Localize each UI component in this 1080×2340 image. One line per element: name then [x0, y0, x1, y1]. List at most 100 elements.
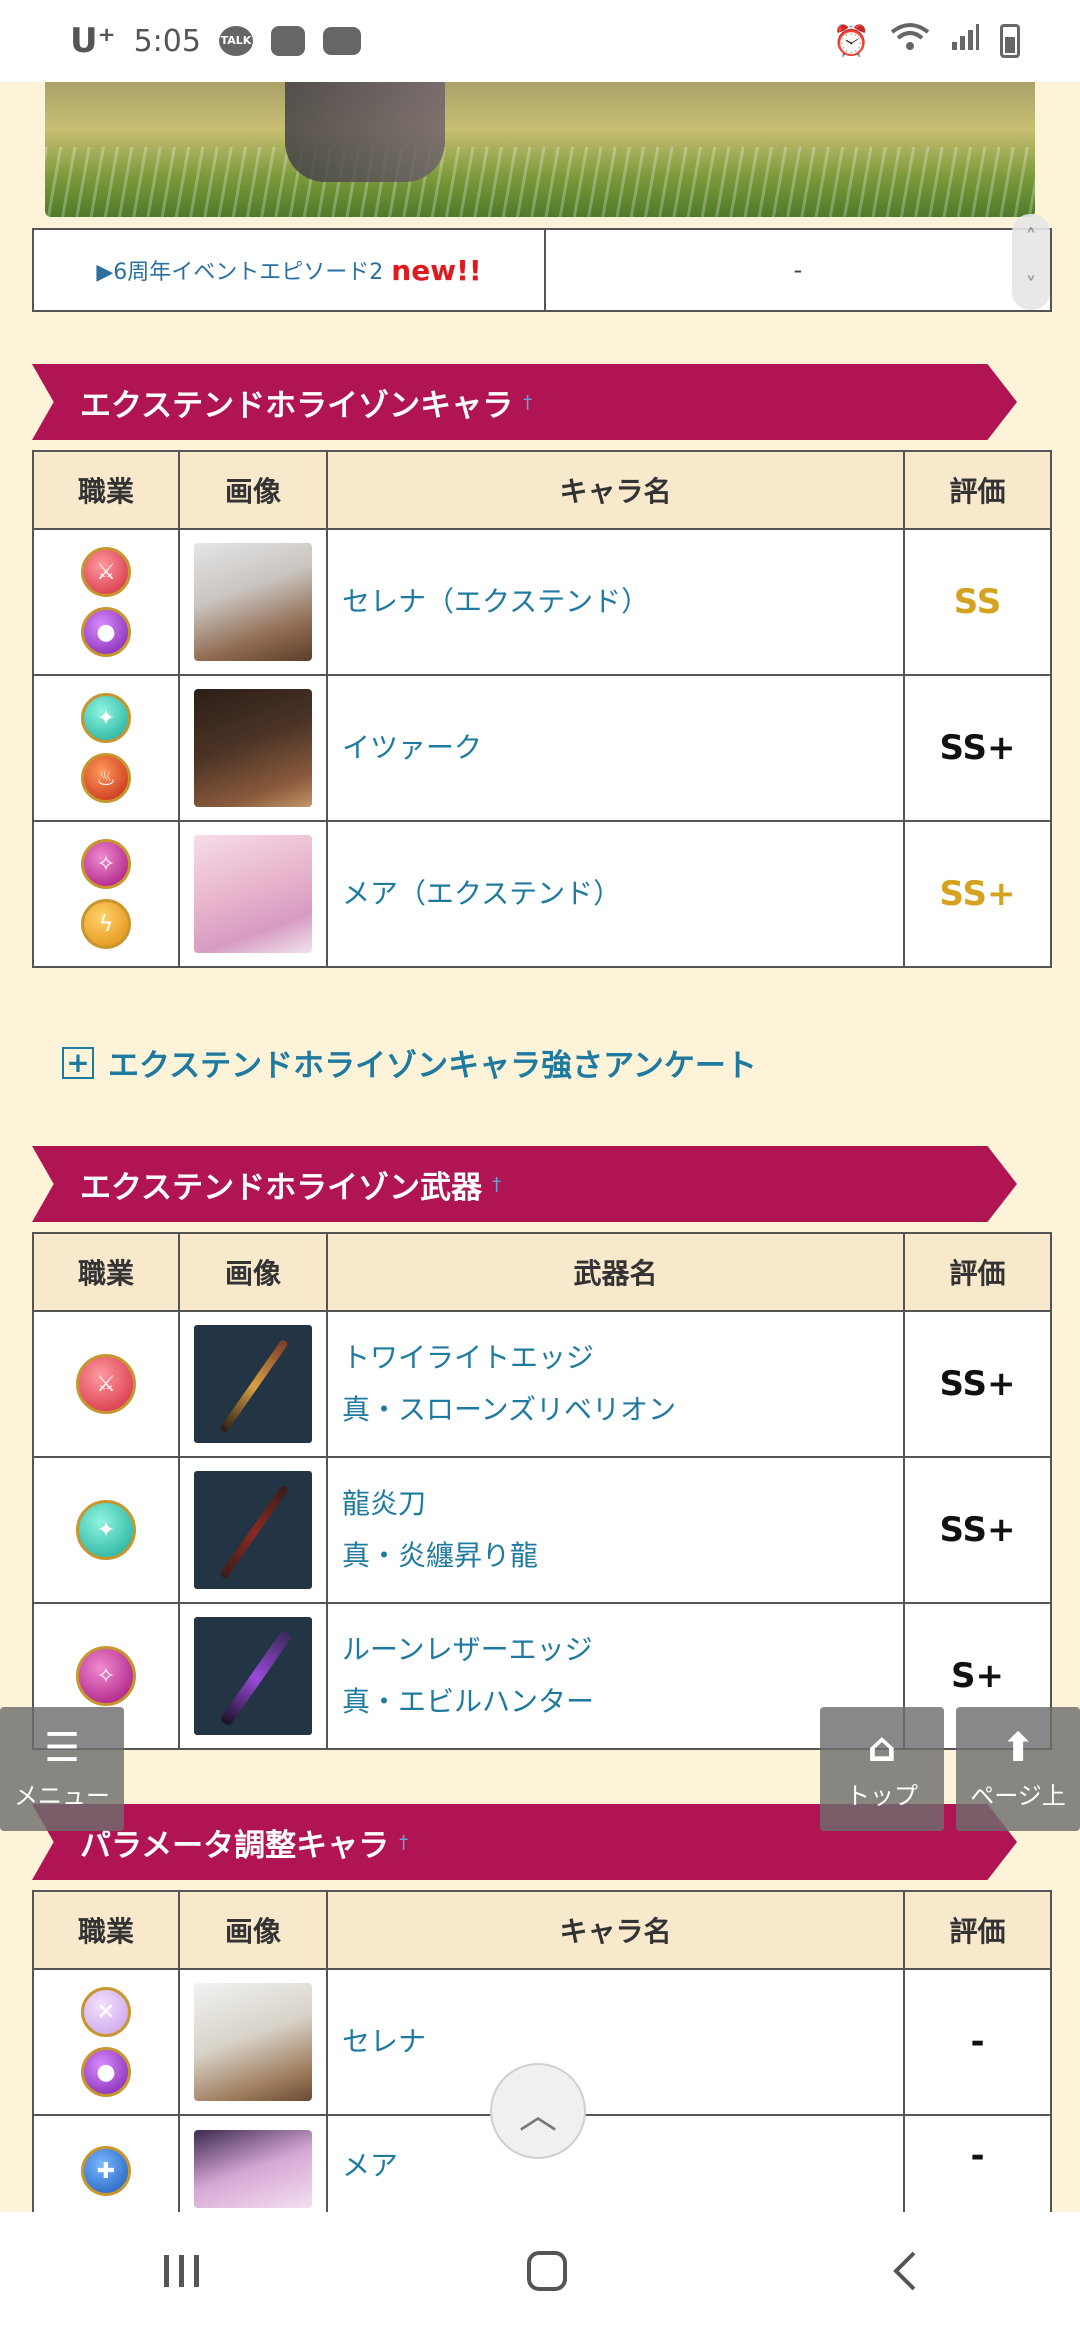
rank-value: SS+ [903, 1456, 1052, 1604]
job-icons: ✦ [34, 1500, 178, 1560]
job-icons: ✧ ϟ [34, 839, 178, 949]
table-row: ✧ ϟ メア（エクステンド） SS+ [32, 820, 1052, 968]
chevron-down-icon[interactable]: ˅ [1026, 274, 1037, 299]
sword-job-icon: ⚔ [81, 547, 131, 597]
rank-value: - [903, 1968, 1052, 2116]
section-title: パラメータ調整キャラ [80, 1827, 390, 1864]
new-badge: new!! [391, 253, 482, 287]
home-nav-icon[interactable] [525, 2249, 569, 2304]
table-header-row: 職業 画像 キャラ名 評価 [32, 450, 1052, 530]
survey-link-text[interactable]: エクステンドホライゾンキャラ強さアンケート [108, 1040, 757, 1085]
wing-job-icon: ✦ [76, 1500, 136, 1560]
twilight-edge-image[interactable] [194, 1325, 312, 1443]
mea-extend-portrait[interactable] [194, 835, 312, 953]
section-title: エクステンドホライゾンキャラ [80, 387, 514, 424]
table-scroll-control[interactable]: ˄ ˅ [1012, 214, 1050, 310]
youtube-icon [322, 27, 361, 55]
talk-icon: TALK [218, 26, 253, 56]
alarm-icon: ⏰ [832, 23, 870, 59]
weapon-name-link[interactable]: 真・エビルハンター [342, 1676, 903, 1728]
job-icons: ✦ ♨ [34, 693, 178, 803]
recent-apps-icon[interactable] [160, 2251, 204, 2302]
cross-swords-job-icon: ✕ [81, 1987, 131, 2037]
menu-button[interactable]: ☰ メニュー [0, 1707, 124, 1831]
dagger-icon: † [399, 1831, 409, 1853]
weapon-name-link[interactable]: 真・スローンズリベリオン [342, 1384, 903, 1436]
header-job: 職業 [32, 1890, 180, 1970]
table-row: ✦ 龍炎刀 真・炎纏昇り龍 SS+ [32, 1456, 1052, 1604]
char-name-link[interactable]: セレナ [326, 1968, 905, 2116]
dagger-job-icon: ✧ [81, 839, 131, 889]
event-banner-image[interactable] [45, 82, 1035, 217]
weapon-name-cell: 龍炎刀 真・炎纏昇り龍 [326, 1456, 905, 1604]
weapon-name-link[interactable]: 龍炎刀 [342, 1478, 903, 1530]
header-image: 画像 [178, 1232, 328, 1312]
job-icons: ⚔ [34, 1354, 178, 1414]
ryuenjin-image[interactable] [194, 1471, 312, 1589]
wifi-icon [890, 22, 930, 60]
battery-icon [1000, 24, 1020, 58]
char-name-link[interactable]: メア（エクステンド） [326, 820, 905, 968]
rank-value: SS+ [903, 1310, 1052, 1458]
dagger-job-icon: ✧ [76, 1646, 136, 1706]
episode-link-text[interactable]: ▶6周年イベントエピソード2 [96, 254, 383, 286]
moon-attribute-icon: ● [81, 2047, 131, 2097]
chevron-up-icon: ︿ [518, 2092, 557, 2137]
hero-figure [285, 82, 445, 182]
pageup-label: ページ上 [970, 1781, 1066, 1810]
header-rank: 評価 [903, 450, 1052, 530]
weapon-name-link[interactable]: 真・炎纏昇り龍 [342, 1530, 903, 1582]
moon-attribute-icon: ● [81, 607, 131, 657]
rune-razor-edge-image[interactable] [194, 1617, 312, 1735]
itsuak-portrait[interactable] [194, 689, 312, 807]
dagger-icon: † [523, 391, 533, 413]
episode-row: ▶6周年イベントエピソード2 new!! - [32, 228, 1052, 312]
serena-extend-portrait[interactable] [194, 543, 312, 661]
header-name: キャラ名 [326, 450, 905, 530]
arrow-up-icon: ⬆ [1001, 1724, 1035, 1771]
weapon-name-link[interactable]: トワイライトエッジ [342, 1332, 903, 1384]
extend-weapons-table: 職業 画像 武器名 評価 ⚔ トワイライトエッジ 真・スローンズリベリオン SS… [32, 1232, 1052, 1750]
survey-link[interactable]: + エクステンドホライゾンキャラ強さアンケート [62, 1040, 757, 1085]
rank-value: SS [903, 528, 1052, 676]
table-header-row: 職業 画像 武器名 評価 [32, 1232, 1052, 1312]
page-up-button[interactable]: ⬆ ページ上 [956, 1707, 1080, 1831]
chevron-up-icon[interactable]: ˄ [1026, 226, 1037, 251]
char-name-link[interactable]: イツァーク [326, 674, 905, 822]
expand-plus-icon[interactable]: + [62, 1046, 94, 1079]
section-banner-extend-weapons: エクステンドホライゾン武器 † [32, 1146, 1017, 1222]
header-image: 画像 [178, 1890, 328, 1970]
section-title: エクステンドホライゾン武器 [80, 1169, 483, 1206]
scroll-to-top-button[interactable]: ︿ [490, 2063, 586, 2159]
header-rank: 評価 [903, 1890, 1052, 1970]
weapon-name-cell: トワイライトエッジ 真・スローンズリベリオン [326, 1310, 905, 1458]
top-button[interactable]: ⌂ トップ [820, 1707, 944, 1831]
rank-value: SS+ [903, 674, 1052, 822]
job-icons: ✕ ● [34, 1987, 178, 2097]
mea-portrait[interactable] [194, 2130, 312, 2208]
staff-job-icon: ✚ [81, 2146, 131, 2196]
dagger-icon: † [492, 1173, 502, 1195]
section-banner-extend-chars: エクステンドホライゾンキャラ † [32, 364, 1017, 440]
back-icon[interactable] [890, 2249, 920, 2304]
char-name-link[interactable]: メア [326, 2114, 905, 2216]
char-name-link[interactable]: セレナ（エクステンド） [326, 528, 905, 676]
table-row: ⚔ トワイライトエッジ 真・スローンズリベリオン SS+ [32, 1310, 1052, 1458]
wing-job-icon: ✦ [81, 693, 131, 743]
episode-link[interactable]: ▶6周年イベントエピソード2 new!! [34, 230, 546, 310]
table-row: ⚔ ● セレナ（エクステンド） SS [32, 528, 1052, 676]
top-label: トップ [846, 1781, 918, 1810]
carrier-label: U⁺ [70, 21, 116, 61]
header-job: 職業 [32, 450, 180, 530]
table-header-row: 職業 画像 キャラ名 評価 [32, 1890, 1052, 1970]
serena-portrait[interactable] [194, 1983, 312, 2101]
job-icons: ⚔ ● [34, 547, 178, 657]
table-row: ✦ ♨ イツァーク SS+ [32, 674, 1052, 822]
rank-value: SS+ [903, 820, 1052, 968]
thunder-attribute-icon: ϟ [81, 899, 131, 949]
menu-label: メニュー [14, 1781, 110, 1810]
header-job: 職業 [32, 1232, 180, 1312]
weapon-name-link[interactable]: ルーンレザーエッジ [342, 1624, 903, 1676]
hamburger-icon: ☰ [44, 1724, 80, 1771]
weapon-name-cell: ルーンレザーエッジ 真・エビルハンター [326, 1602, 905, 1750]
